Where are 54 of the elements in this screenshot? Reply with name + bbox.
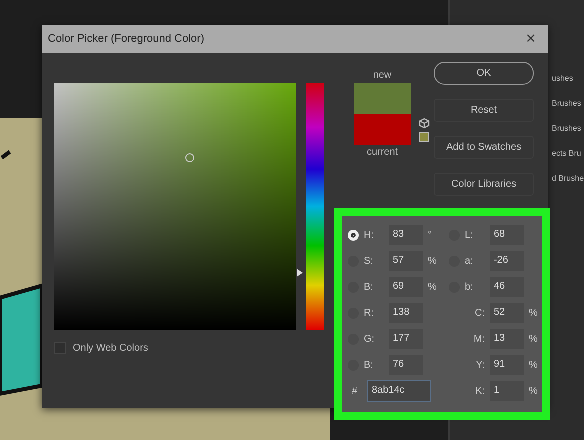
value-field[interactable]: 83: [389, 225, 423, 245]
field-label: B:: [364, 360, 374, 370]
value-field[interactable]: 57: [389, 251, 423, 271]
value-field[interactable]: 177: [389, 329, 423, 349]
panel-item[interactable]: ects Bru: [552, 149, 582, 159]
value-field[interactable]: 138: [389, 303, 423, 323]
picker-ring-icon[interactable]: [185, 153, 195, 163]
field-label: #: [351, 386, 359, 396]
value-field[interactable]: -26: [490, 251, 524, 271]
hex-input-field[interactable]: 8ab14c: [367, 380, 431, 402]
unit-label: %: [528, 360, 538, 370]
radio-button[interactable]: [348, 230, 359, 240]
field-label: C:: [474, 308, 485, 318]
cube-icon[interactable]: [419, 118, 430, 129]
field-label: b:: [464, 282, 474, 292]
panel-item[interactable]: Brushes: [552, 99, 582, 109]
dialog-button[interactable]: OK: [434, 62, 534, 85]
value-field[interactable]: 13: [490, 329, 524, 349]
field-label: L:: [464, 230, 474, 240]
field-label: B:: [364, 282, 374, 292]
window-title: Color Picker (Foreground Color): [48, 33, 204, 45]
unit-label: %: [528, 386, 538, 396]
unit-label: %: [528, 308, 538, 318]
close-button[interactable]: ×: [522, 29, 540, 49]
field-label: Y:: [475, 360, 485, 370]
dialog-button[interactable]: Add to Swatches: [434, 136, 534, 159]
panel-item[interactable]: Brushes: [552, 124, 582, 134]
dialog-button[interactable]: Color Libraries: [434, 173, 534, 196]
value-field[interactable]: 52: [490, 303, 524, 323]
field-label: a:: [464, 256, 474, 266]
panel-item[interactable]: d Brushe: [552, 174, 584, 184]
value-field[interactable]: 76: [389, 355, 423, 375]
field-label: S:: [364, 256, 374, 266]
field-label: M:: [472, 334, 485, 344]
checkbox-label: Only Web Colors: [73, 342, 148, 354]
field-label: H:: [364, 230, 375, 240]
field-label: G:: [364, 334, 376, 344]
unit-label: %: [428, 282, 437, 292]
field-label: K:: [474, 386, 485, 396]
unit-label: %: [528, 334, 538, 344]
unit-label: °: [428, 230, 432, 240]
value-field[interactable]: 91: [490, 355, 524, 375]
panel-item[interactable]: ushes: [552, 74, 574, 84]
field-label: R:: [364, 308, 375, 318]
value-field[interactable]: 69: [389, 277, 423, 297]
value-field[interactable]: 68: [490, 225, 524, 245]
color-field[interactable]: [54, 83, 296, 330]
swatch-label: new: [372, 70, 393, 81]
value-field[interactable]: 46: [490, 277, 524, 297]
dialog-button[interactable]: Reset: [434, 99, 534, 122]
swatch-square-icon[interactable]: [419, 132, 430, 143]
swatch-label: current: [366, 147, 400, 158]
unit-label: %: [428, 256, 437, 266]
value-field[interactable]: 1: [490, 381, 524, 401]
